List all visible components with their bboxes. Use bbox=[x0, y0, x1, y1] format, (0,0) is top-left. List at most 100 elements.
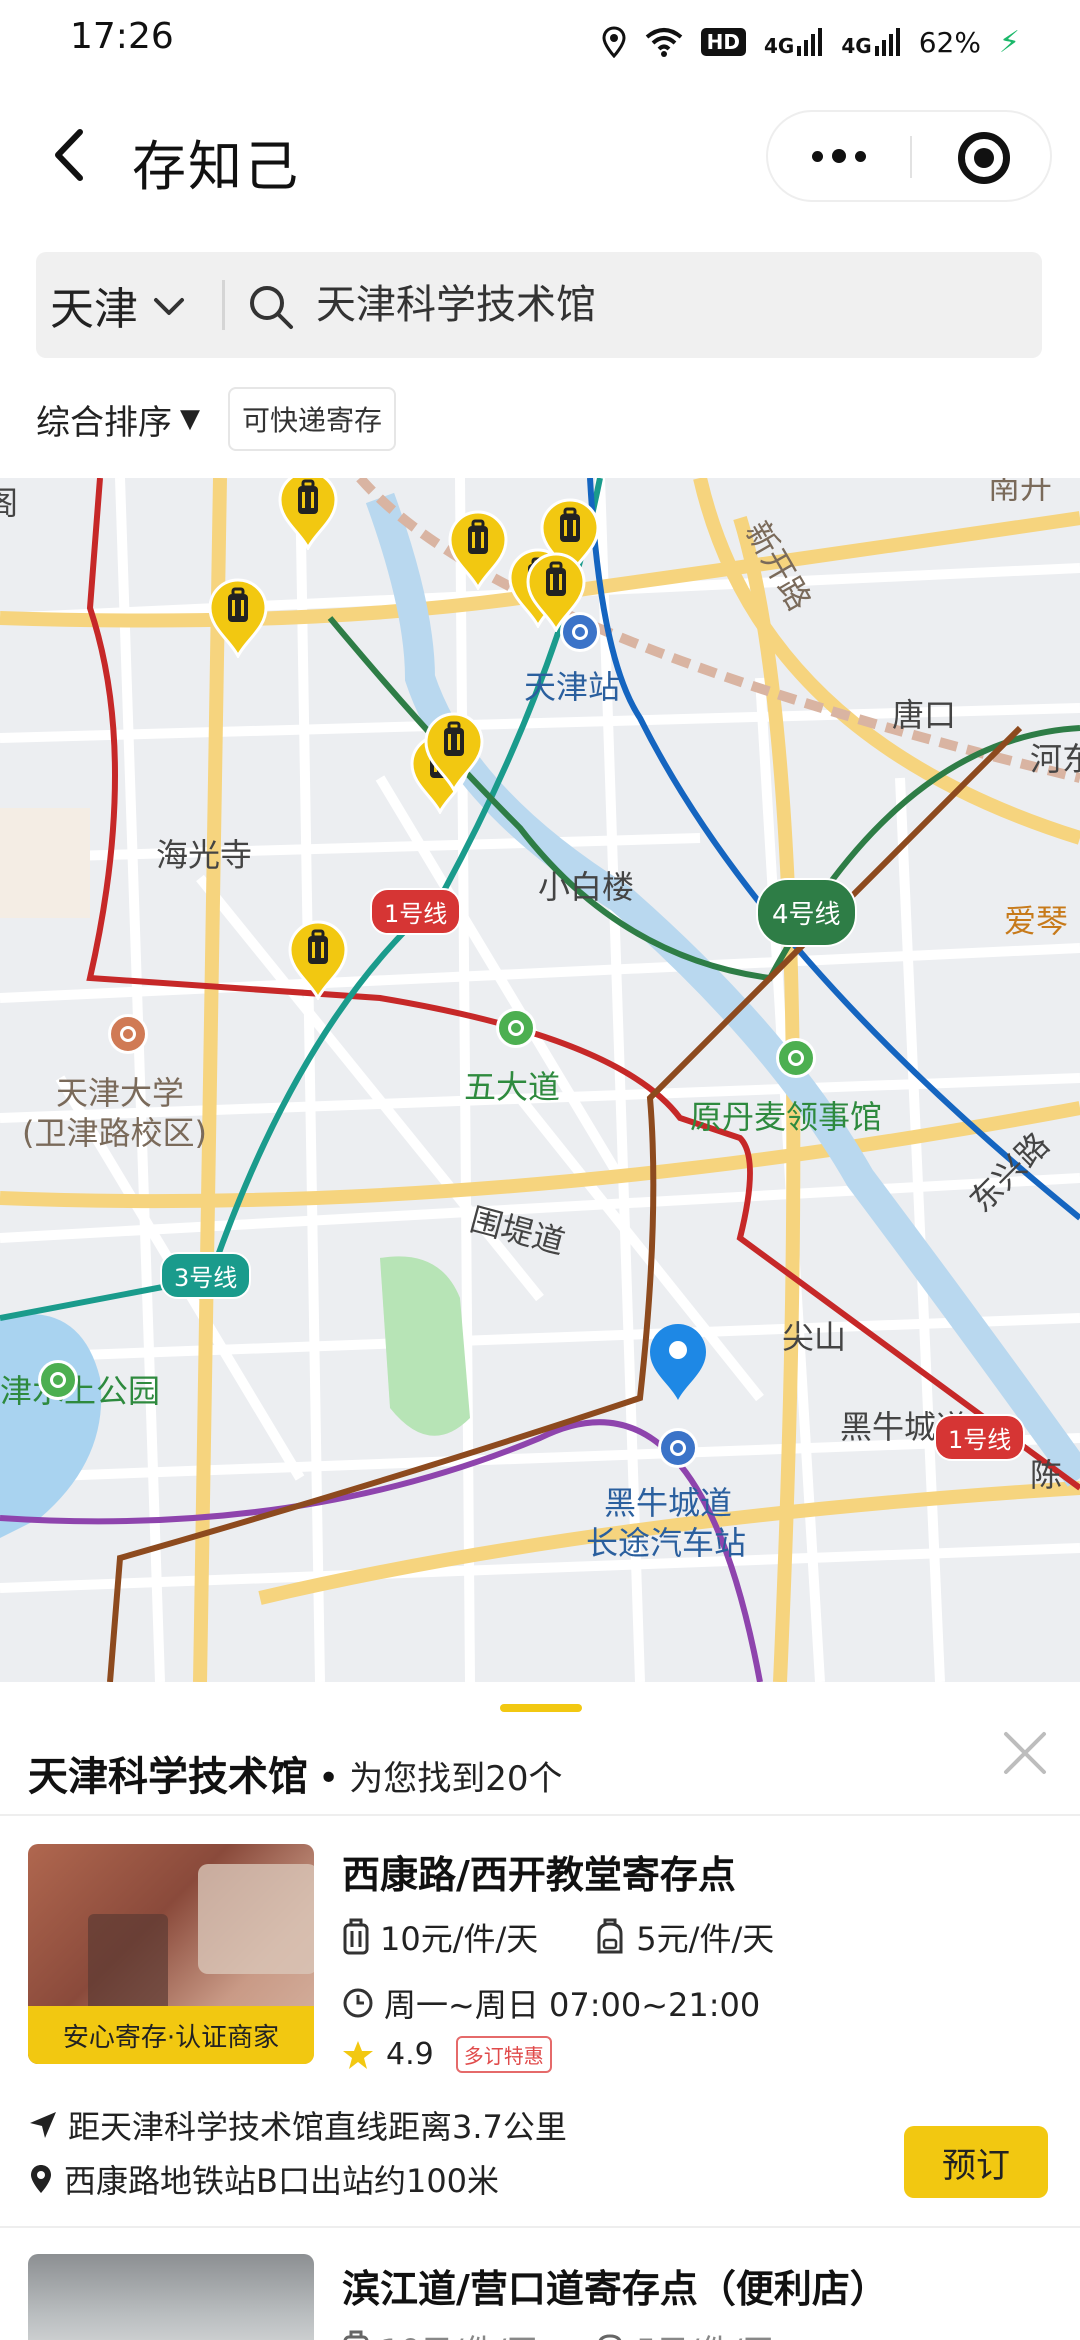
map-view[interactable]: 阁 南开 天津站 新开路 唐口 河东 海光寺 小白楼 爱琴 五大道 原丹麦领事馆… bbox=[0, 478, 1080, 1682]
map-label-top-right: 南开 bbox=[988, 478, 1053, 506]
card-divider bbox=[0, 2226, 1080, 2228]
bus-station-icon bbox=[658, 1428, 698, 1468]
price-row: 10元/件/天 5元/件/天 bbox=[342, 1914, 830, 1960]
filter-row: 综合排序 ▼ 可快递寄存 bbox=[36, 387, 397, 451]
capsule-divider bbox=[910, 136, 912, 178]
storage-photo bbox=[28, 2254, 314, 2340]
metro-line-1-badge: 1号线 bbox=[934, 1414, 1026, 1461]
map-label-tangkou: 唐口 bbox=[892, 696, 957, 734]
address-row: 西康路地铁站B口出站约100米 bbox=[28, 2156, 499, 2202]
promo-tag: 多订特惠 bbox=[455, 2036, 552, 2073]
map-label-changtu-station: 长途汽车站 bbox=[586, 1524, 747, 1562]
map-label-aiqin: 爱琴 bbox=[1004, 902, 1069, 940]
title-bar: 存知己 bbox=[0, 90, 1080, 220]
storage-title: 西康路/西开教堂寄存点 bbox=[342, 1853, 736, 1897]
star-icon bbox=[343, 2040, 373, 2069]
hours-row: 周一~周日 07:00~21:00 bbox=[342, 1980, 760, 2026]
scenic-poi-icon bbox=[38, 1360, 78, 1400]
school-poi-icon bbox=[108, 1014, 148, 1054]
results-dot: • bbox=[318, 1758, 340, 1799]
close-icon[interactable] bbox=[1000, 1728, 1050, 1778]
luggage-pin-icon[interactable] bbox=[526, 552, 586, 632]
luggage-pin-icon[interactable] bbox=[288, 920, 348, 1000]
results-sheet: 天津科学技术馆 • 为您找到20个 安心寄存·认证商家 西康路/西开教堂寄存点 … bbox=[0, 1682, 1080, 2340]
search-separator bbox=[222, 280, 225, 330]
signal-1: 4G bbox=[764, 28, 823, 56]
page-title: 存知己 bbox=[132, 135, 300, 198]
backpack-icon bbox=[597, 1918, 623, 1954]
location-status-icon bbox=[602, 26, 626, 58]
city-selector[interactable]: 天津 bbox=[50, 274, 186, 336]
map-label-water-park: 津水上公园 bbox=[0, 1372, 161, 1410]
suitcase-icon bbox=[343, 2330, 369, 2340]
chevron-down-icon bbox=[154, 298, 184, 315]
location-pin-icon bbox=[650, 1324, 706, 1400]
scenic-poi-icon bbox=[496, 1008, 536, 1048]
scenic-poi-icon bbox=[776, 1038, 816, 1078]
signal-bars-icon bbox=[797, 28, 823, 56]
map-label-left-top: 阁 bbox=[0, 484, 19, 522]
hd-badge: HD bbox=[700, 28, 746, 56]
sort-arrow-icon: ▼ bbox=[180, 404, 200, 434]
large-price-text: 10元/件/天 bbox=[380, 2326, 538, 2340]
rating-value: 4.9 bbox=[386, 2037, 434, 2072]
rating-row: 4.9 多订特惠 bbox=[342, 2036, 552, 2073]
metro-line-4-badge: 4号线 bbox=[756, 878, 857, 947]
address-text: 西康路地铁站B口出站约100米 bbox=[64, 2162, 500, 2200]
express-storage-filter[interactable]: 可快递寄存 bbox=[228, 387, 397, 451]
city-label: 天津 bbox=[50, 284, 138, 335]
small-price-text: 5元/件/天 bbox=[636, 1920, 775, 1958]
map-label-chen: 陈 bbox=[1030, 1456, 1063, 1494]
map-label-xiaobailou: 小白楼 bbox=[538, 868, 635, 906]
back-icon bbox=[55, 129, 83, 181]
more-icon bbox=[812, 150, 823, 162]
more-button[interactable] bbox=[768, 112, 910, 200]
book-button[interactable]: 预订 bbox=[904, 2126, 1048, 2198]
sheet-drag-handle[interactable] bbox=[500, 1704, 582, 1712]
location-marker-icon bbox=[31, 2165, 51, 2193]
results-header: 天津科学技术馆 • 为您找到20个 bbox=[28, 1744, 563, 1802]
small-item-price: 5元/件/天 bbox=[594, 2326, 774, 2340]
status-bar: 17:26 HD 4G 4G 62% ⚡ bbox=[0, 0, 1080, 80]
search-icon bbox=[250, 286, 293, 329]
search-bar: 天津 天津科学技术馆 bbox=[36, 252, 1042, 358]
large-item-price: 10元/件/天 bbox=[342, 1914, 538, 1960]
luggage-pin-icon[interactable] bbox=[208, 578, 268, 658]
map-label-river-east: 河东 bbox=[1030, 740, 1080, 778]
wifi-icon bbox=[645, 28, 682, 57]
results-query: 天津科学技术馆 bbox=[28, 1754, 308, 1800]
large-price-text: 10元/件/天 bbox=[380, 1920, 539, 1958]
signal-2: 4G bbox=[841, 28, 900, 56]
distance-text: 距天津科学技术馆直线距离3.7公里 bbox=[68, 2108, 567, 2146]
backpack-icon bbox=[599, 2334, 622, 2340]
luggage-pin-icon[interactable] bbox=[448, 510, 508, 590]
small-price-text: 5元/件/天 bbox=[636, 2326, 774, 2340]
storage-card[interactable]: 安心寄存·认证商家 西康路/西开教堂寄存点 10元/件/天 5元/件/天 周一~… bbox=[0, 1844, 1080, 2244]
status-time: 17:26 bbox=[70, 16, 174, 57]
storage-card[interactable]: 滨江道/营口道寄存点（便利店） 10元/件/天 5元/件/天 bbox=[0, 2254, 1080, 2340]
results-count: 为您找到20个 bbox=[349, 1759, 563, 1799]
map-label-haiguangsi: 海光寺 bbox=[156, 836, 253, 874]
luggage-pin-icon[interactable] bbox=[278, 478, 338, 550]
map-label-yuandanmai: 原丹麦领事馆 bbox=[690, 1098, 883, 1136]
sheet-divider bbox=[0, 1814, 1080, 1816]
hours-text: 周一~周日 07:00~21:00 bbox=[384, 1986, 761, 2024]
battery-percent: 62% bbox=[918, 25, 981, 59]
sort-label: 综合排序 bbox=[36, 402, 172, 443]
sort-dropdown[interactable]: 综合排序 ▼ bbox=[36, 395, 200, 444]
luggage-pin-icon[interactable] bbox=[424, 712, 484, 792]
search-input[interactable]: 天津科学技术馆 bbox=[316, 278, 996, 332]
metro-line-3-badge: 3号线 bbox=[160, 1252, 252, 1299]
large-item-price: 10元/件/天 bbox=[342, 2326, 538, 2340]
navigation-arrow-icon bbox=[30, 2112, 56, 2138]
status-icons: HD 4G 4G 62% ⚡ bbox=[601, 20, 1020, 64]
map-label-jianshan: 尖山 bbox=[782, 1318, 847, 1356]
charging-icon: ⚡ bbox=[998, 24, 1020, 60]
certified-badge: 安心寄存·认证商家 bbox=[28, 2006, 314, 2064]
clock-icon bbox=[343, 1988, 373, 2018]
map-label-wudadao: 五大道 bbox=[464, 1068, 561, 1106]
map-label-tianjin-university-campus: (卫津路校区) bbox=[22, 1114, 207, 1152]
close-capsule-icon[interactable] bbox=[958, 132, 1010, 184]
back-button[interactable] bbox=[36, 120, 100, 190]
storage-title: 滨江道/营口道寄存点（便利店） bbox=[342, 2267, 888, 2311]
